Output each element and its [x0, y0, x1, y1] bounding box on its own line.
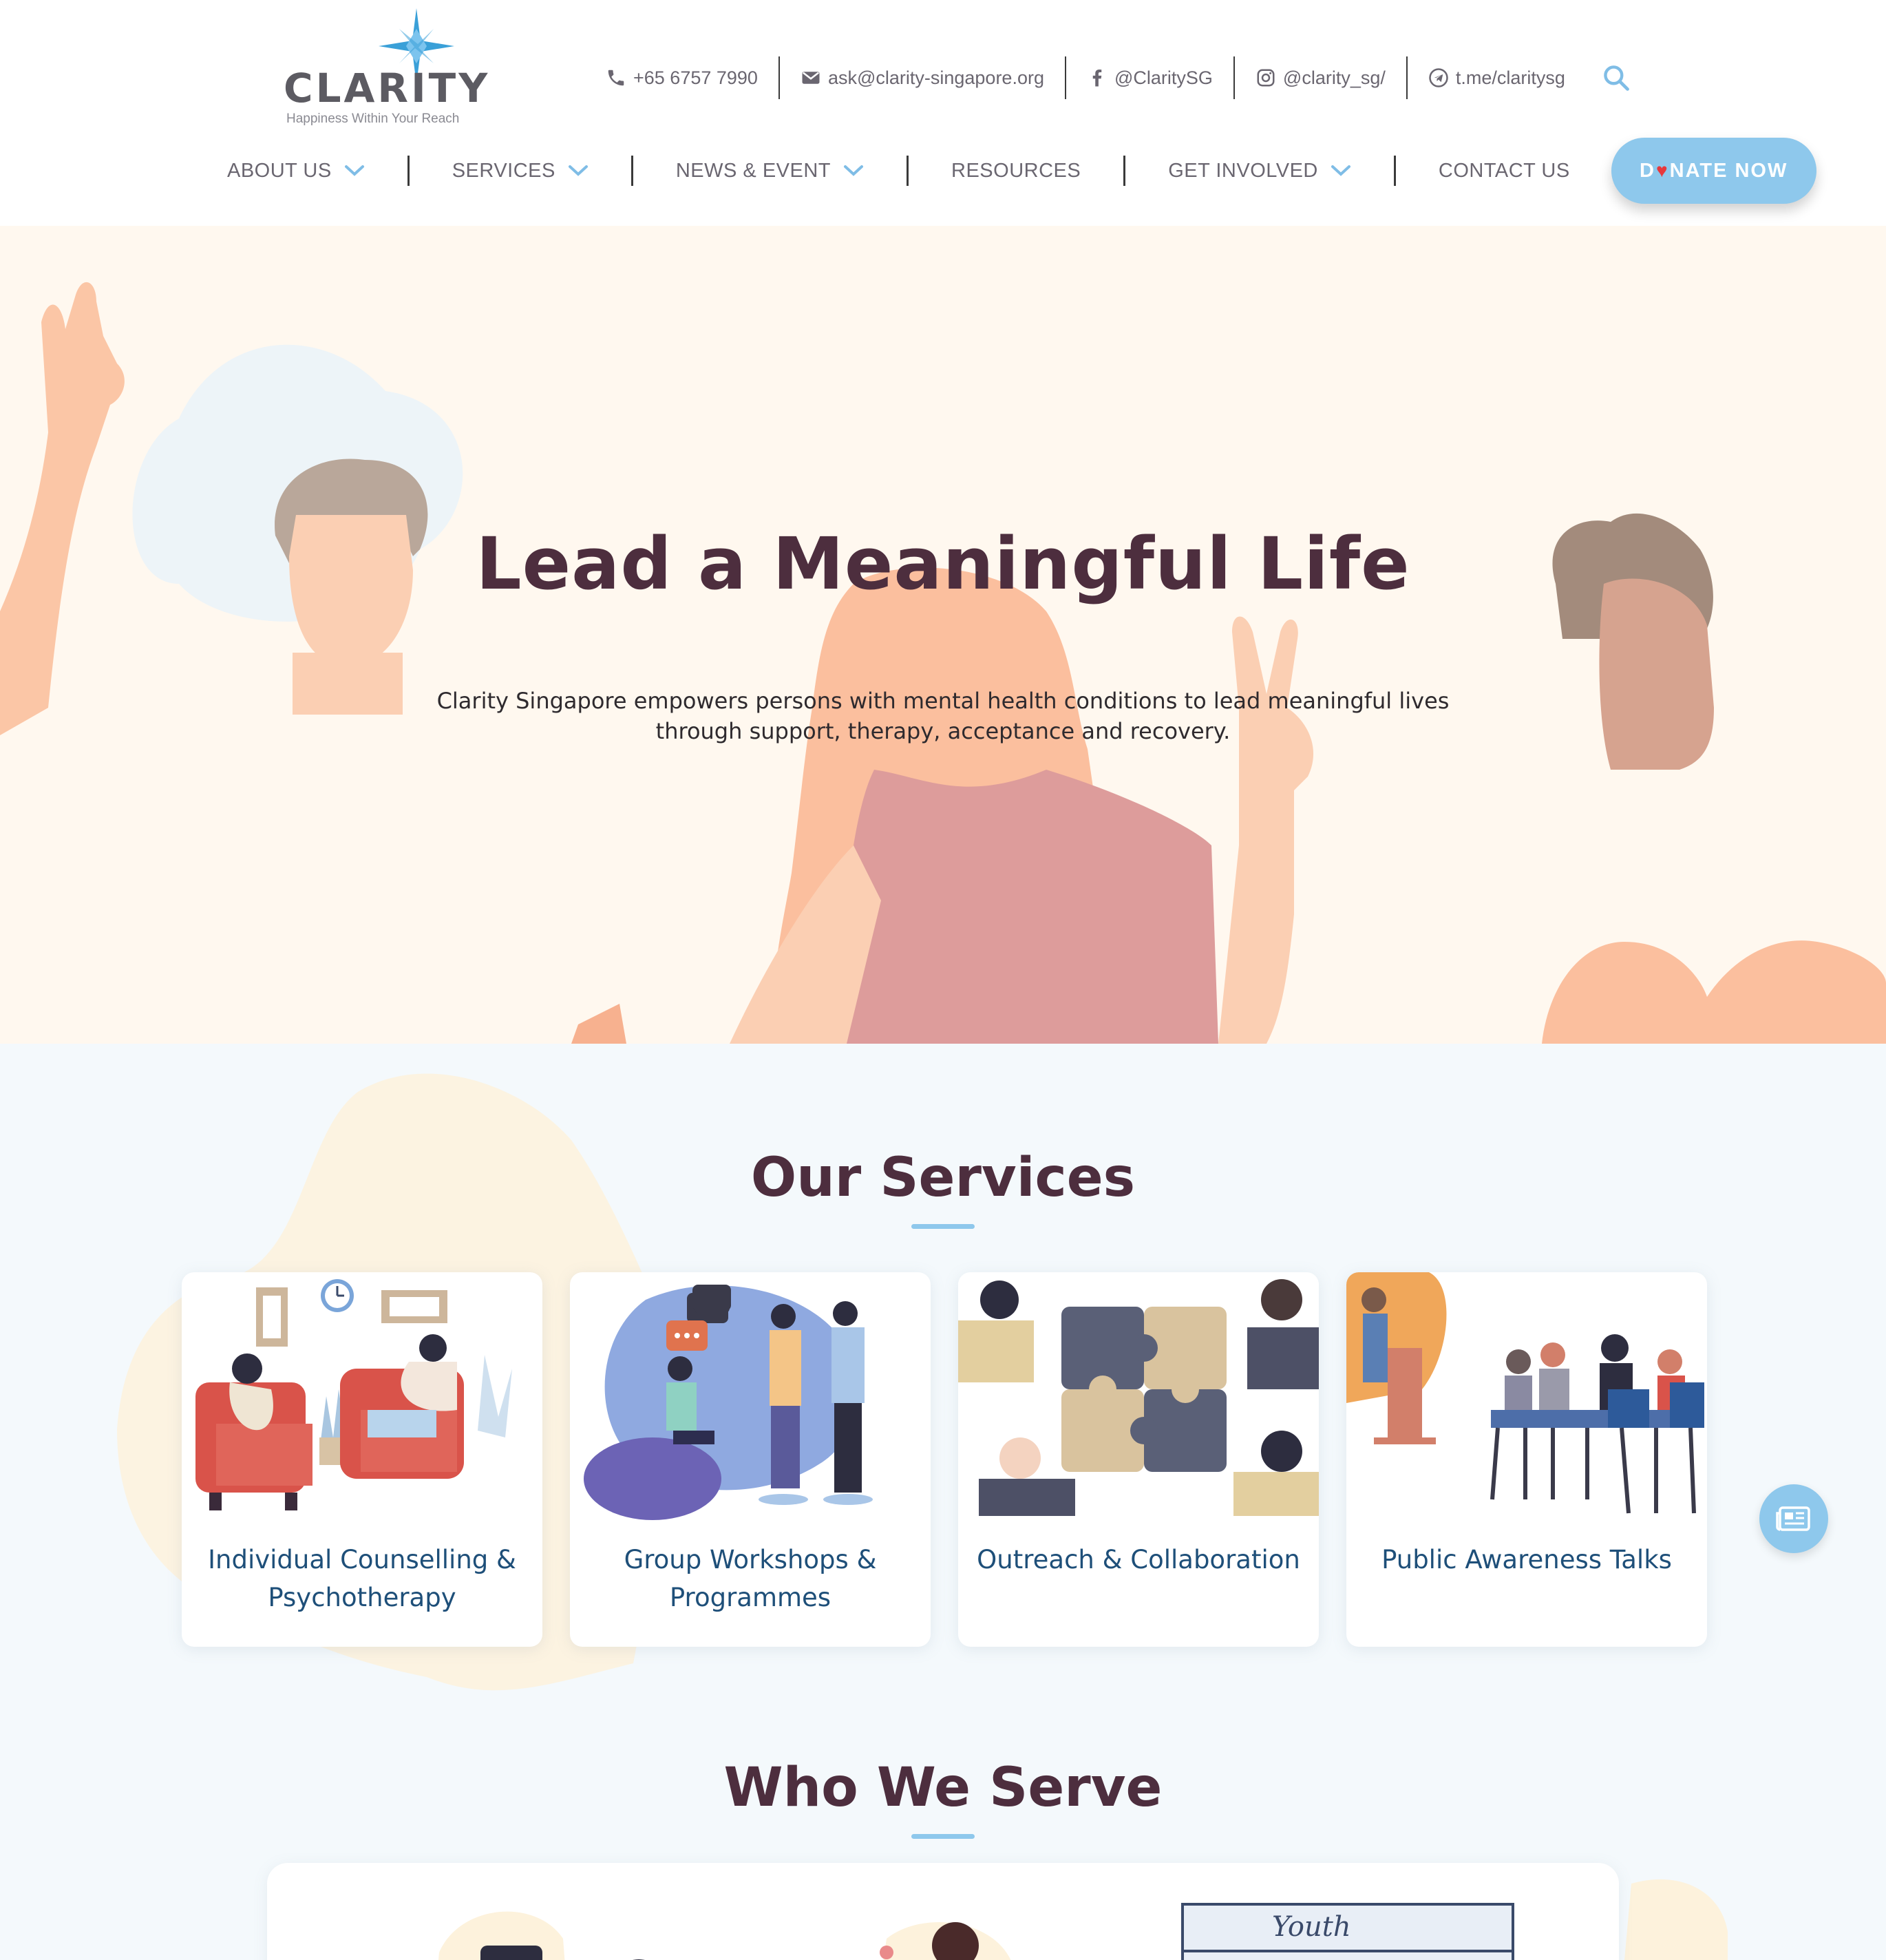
services-title: Our Services — [750, 1147, 1136, 1209]
facebook-link[interactable]: @ClaritySG — [1066, 56, 1235, 99]
service-card-workshops[interactable]: Group Workshops & Programmes — [570, 1272, 931, 1647]
hero-title: Lead a Meaningful Life — [476, 522, 1410, 606]
nav-resources[interactable]: RESOURCES — [909, 156, 1126, 186]
service-card-label: Public Awareness Talks — [1381, 1545, 1672, 1574]
email-link[interactable]: ask@clarity-singapore.org — [780, 56, 1066, 99]
donate-now-button[interactable]: D ♥ NATE NOW — [1611, 138, 1816, 204]
chevron-down-icon — [844, 165, 864, 176]
hero-description: Clarity Singapore empowers persons with … — [436, 688, 1450, 744]
title-underline — [911, 1834, 975, 1839]
title-underline — [911, 1224, 975, 1229]
who-we-serve-title: Who We Serve — [723, 1757, 1163, 1819]
phone-icon — [608, 70, 624, 86]
news-float-button[interactable] — [1759, 1484, 1828, 1553]
telegram-link-text: t.me/claritysg — [1455, 67, 1565, 88]
logo-tagline: Happiness Within Your Reach — [286, 112, 460, 126]
chevron-down-icon — [344, 165, 364, 176]
chevron-down-icon — [568, 165, 588, 176]
hero-section: Lead a Meaningful Life Clarity Singapore… — [0, 226, 1886, 1044]
nav-services[interactable]: SERVICES — [410, 156, 633, 186]
workshop-illustration — [584, 1285, 873, 1520]
email-address: ask@clarity-singapore.org — [827, 67, 1044, 88]
hero-illustration — [0, 282, 1886, 1044]
instagram-handle: @clarity_sg/ — [1282, 67, 1386, 88]
telegram-link[interactable]: t.me/claritysg — [1408, 56, 1586, 99]
service-card-outreach[interactable]: Outreach & Collaboration — [958, 1272, 1319, 1647]
facebook-icon — [1092, 70, 1102, 87]
services-section: Our Services Individual Counselling & Ps… — [0, 1044, 1886, 1960]
nav-label: SERVICES — [452, 159, 555, 182]
service-card-counselling[interactable]: Individual Counselling & Psychotherapy — [182, 1272, 542, 1647]
main-nav: ABOUT US SERVICES NEWS & EVENT RESOURCES… — [227, 138, 1816, 204]
site-header: CLARITY Happiness Within Your Reach +65 … — [0, 0, 1886, 226]
instagram-icon — [1257, 69, 1275, 87]
nav-label: ABOUT US — [227, 159, 332, 182]
heart-icon: ♥ — [1656, 160, 1669, 181]
instagram-link[interactable]: @clarity_sg/ — [1235, 56, 1408, 99]
nav-label: GET INVOLVED — [1168, 159, 1318, 182]
phone-link[interactable]: +65 6757 7990 — [606, 56, 780, 99]
service-card-talks[interactable]: Public Awareness Talks — [1346, 1272, 1707, 1647]
service-card-label: Individual Counselling & Psychotherapy — [208, 1545, 516, 1612]
donate-label-end: NATE NOW — [1669, 159, 1788, 182]
youth-banner-text: Youth — [1272, 1911, 1351, 1943]
who-we-serve-illustration — [438, 1903, 1514, 1960]
nav-label: CONTACT US — [1438, 159, 1570, 182]
nav-news-event[interactable]: NEWS & EVENT — [633, 156, 909, 186]
logo-wordmark: CLARITY — [284, 65, 491, 112]
nav-get-involved[interactable]: GET INVOLVED — [1125, 156, 1396, 186]
phone-number: +65 6757 7990 — [633, 67, 758, 88]
service-card-label: Outreach & Collaboration — [977, 1545, 1300, 1574]
contact-topbar: +65 6757 7990 ask@clarity-singapore.org … — [606, 56, 1631, 99]
nav-contact-us[interactable]: CONTACT US — [1396, 156, 1611, 186]
telegram-icon — [1429, 68, 1448, 87]
counselling-illustration — [195, 1279, 512, 1510]
chevron-down-icon — [1331, 165, 1350, 176]
who-we-serve-card: Youth — [267, 1863, 1619, 1960]
nav-about-us[interactable]: ABOUT US — [227, 156, 410, 186]
mail-icon — [802, 72, 820, 84]
newspaper-icon — [1776, 1506, 1810, 1531]
service-card-label: Group Workshops & Programmes — [624, 1545, 877, 1612]
nav-label: NEWS & EVENT — [675, 159, 831, 182]
talks-illustration — [1346, 1272, 1704, 1514]
puzzle-illustration — [958, 1272, 1319, 1516]
donate-label-start: D — [1640, 159, 1655, 182]
clarity-logo[interactable]: CLARITY Happiness Within Your Reach — [284, 8, 487, 126]
facebook-handle: @ClaritySG — [1114, 67, 1213, 88]
nav-label: RESOURCES — [951, 159, 1081, 182]
search-icon[interactable] — [1601, 63, 1631, 93]
